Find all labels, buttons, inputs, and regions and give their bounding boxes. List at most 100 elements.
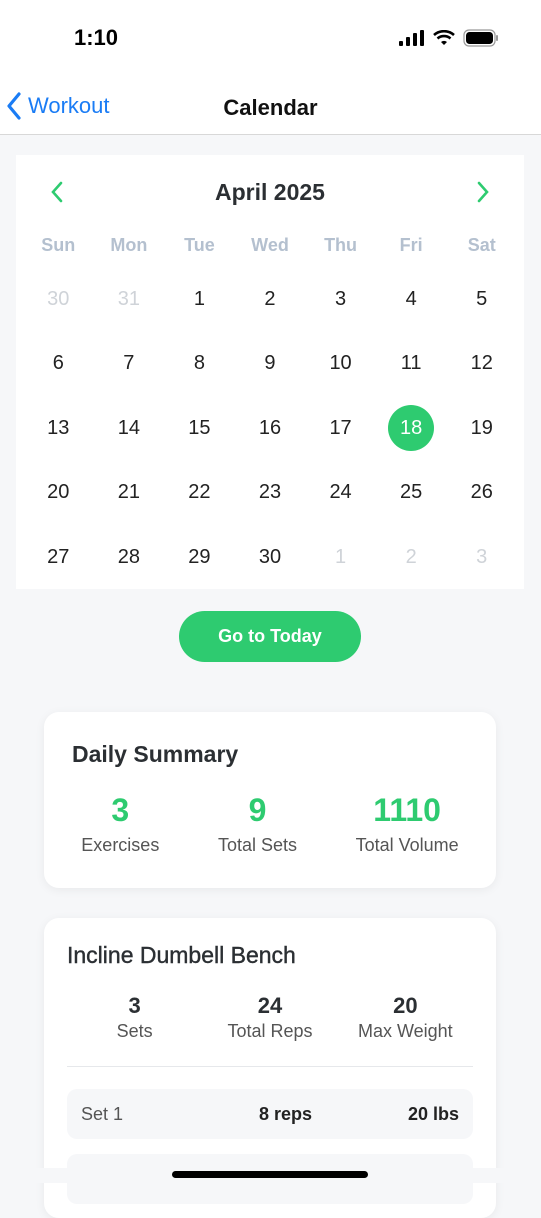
day-number: 14 <box>117 416 140 439</box>
day-cell-selected[interactable]: 18 <box>376 396 447 461</box>
day-cell[interactable]: 2 <box>376 525 447 590</box>
day-number: 20 <box>47 481 70 504</box>
set-weight: 20 lbs <box>407 1103 459 1124</box>
day-cell[interactable]: 13 <box>23 396 94 461</box>
stat-label: Total Reps <box>227 1021 313 1041</box>
day-cell[interactable]: 19 <box>446 396 517 461</box>
stat-value: 24 <box>257 993 283 1018</box>
day-cell[interactable]: 4 <box>376 267 447 332</box>
weekday-label: Thu <box>324 235 358 255</box>
nav-bar: Workout Calendar <box>0 75 541 135</box>
day-number: 28 <box>117 545 140 568</box>
day-number: 30 <box>47 287 70 310</box>
battery-icon <box>463 29 498 47</box>
stat-value: 3 <box>111 792 130 828</box>
day-cell[interactable]: 30 <box>235 525 306 590</box>
day-cell[interactable]: 27 <box>23 525 94 590</box>
divider <box>67 1066 473 1067</box>
day-number: 3 <box>335 287 347 310</box>
day-number: 23 <box>258 481 282 504</box>
day-cell[interactable]: 30 <box>23 267 94 332</box>
day-cell[interactable]: 1 <box>164 267 235 332</box>
exercise-title: Incline Dumbell Bench <box>67 942 296 968</box>
calendar: April 2025 Sun Mon Tue Wed Thu Fri Sat 30 31 1 2 3… <box>16 155 524 589</box>
day-number: 11 <box>400 352 422 375</box>
day-cell[interactable]: 3 <box>446 525 517 590</box>
day-cell[interactable]: 12 <box>446 332 517 397</box>
day-cell[interactable]: 29 <box>164 525 235 590</box>
day-number: 22 <box>188 481 211 504</box>
day-cell[interactable]: 9 <box>235 332 306 397</box>
exercise-stat-weight: 20 Max Weight <box>338 993 473 1042</box>
set-reps: 8 reps <box>258 1103 313 1124</box>
day-number: 12 <box>470 352 493 375</box>
day-number: 24 <box>329 481 352 504</box>
day-number: 16 <box>258 416 282 439</box>
day-cell[interactable]: 6 <box>23 332 94 397</box>
day-cell[interactable]: 11 <box>376 332 447 397</box>
day-number: 31 <box>117 287 140 310</box>
day-cell[interactable]: 15 <box>164 396 235 461</box>
weekday-label: Sun <box>41 235 76 255</box>
exercise-stat-reps: 24 Total Reps <box>202 993 337 1042</box>
month-label: April 2025 <box>215 179 325 205</box>
day-number: 2 <box>264 287 276 310</box>
day-number: 17 <box>329 416 352 439</box>
stat-total-volume: 1110 Total Volume <box>356 792 459 856</box>
weekday-label: Sat <box>467 235 496 255</box>
go-to-today-button[interactable]: Go to Today <box>179 611 361 662</box>
status-time: 1:10 <box>74 25 119 50</box>
day-cell[interactable]: 25 <box>376 461 447 526</box>
day-number: 4 <box>405 287 417 310</box>
day-number: 19 <box>470 416 493 439</box>
daily-summary-card: Daily Summary 3 Exercises 9 Total Sets 111… <box>44 712 496 888</box>
day-cell[interactable]: 10 <box>305 332 376 397</box>
day-number: 1 <box>335 545 347 568</box>
day-cell[interactable]: 8 <box>164 332 235 397</box>
day-number: 7 <box>123 352 135 375</box>
day-cell[interactable]: 22 <box>164 461 235 526</box>
day-number: 3 <box>476 545 488 568</box>
day-cell[interactable]: 16 <box>235 396 306 461</box>
page-title: Calendar <box>223 95 318 120</box>
status-bar: 1:10 <box>0 0 541 75</box>
day-number: 13 <box>47 416 70 439</box>
weekday-label: Wed <box>251 235 289 255</box>
stat-label: Max Weight <box>357 1021 453 1041</box>
day-cell[interactable]: 21 <box>94 461 165 526</box>
home-indicator <box>172 1171 368 1178</box>
day-number: 6 <box>52 352 64 375</box>
day-cell[interactable]: 31 <box>94 267 165 332</box>
day-cell[interactable]: 3 <box>305 267 376 332</box>
next-month-button[interactable] <box>476 181 490 203</box>
stat-value: 1110 <box>373 792 441 828</box>
stat-label: Total Volume <box>355 835 459 855</box>
day-number: 1 <box>193 287 205 310</box>
day-cell[interactable]: 17 <box>305 396 376 461</box>
set-label: Set 1 <box>81 1103 124 1124</box>
day-cell[interactable]: 2 <box>235 267 306 332</box>
day-number: 9 <box>264 352 276 375</box>
day-cell[interactable]: 7 <box>94 332 165 397</box>
day-number: 2 <box>405 545 417 568</box>
weekday-label: Fri <box>399 235 423 255</box>
day-number: 26 <box>470 481 493 504</box>
weekday-label: Tue <box>184 235 215 255</box>
day-cell[interactable]: 1 <box>305 525 376 590</box>
stat-value: 3 <box>128 993 141 1018</box>
stat-label: Sets <box>116 1021 153 1041</box>
weekday-label: Mon <box>110 235 148 255</box>
wifi-icon <box>433 30 455 45</box>
day-cell[interactable]: 20 <box>23 461 94 526</box>
day-cell[interactable]: 5 <box>446 267 517 332</box>
day-cell[interactable]: 23 <box>235 461 306 526</box>
day-cell[interactable]: 26 <box>446 461 517 526</box>
day-number: 29 <box>188 545 211 568</box>
exercise-stat-sets: 3 Sets <box>67 993 202 1042</box>
set-row: Set 1 8 reps 20 lbs <box>67 1089 473 1139</box>
day-number: 21 <box>117 481 140 504</box>
day-cell[interactable]: 14 <box>94 396 165 461</box>
day-cell[interactable]: 28 <box>94 525 165 590</box>
day-number: 27 <box>47 545 70 568</box>
day-cell[interactable]: 24 <box>305 461 376 526</box>
